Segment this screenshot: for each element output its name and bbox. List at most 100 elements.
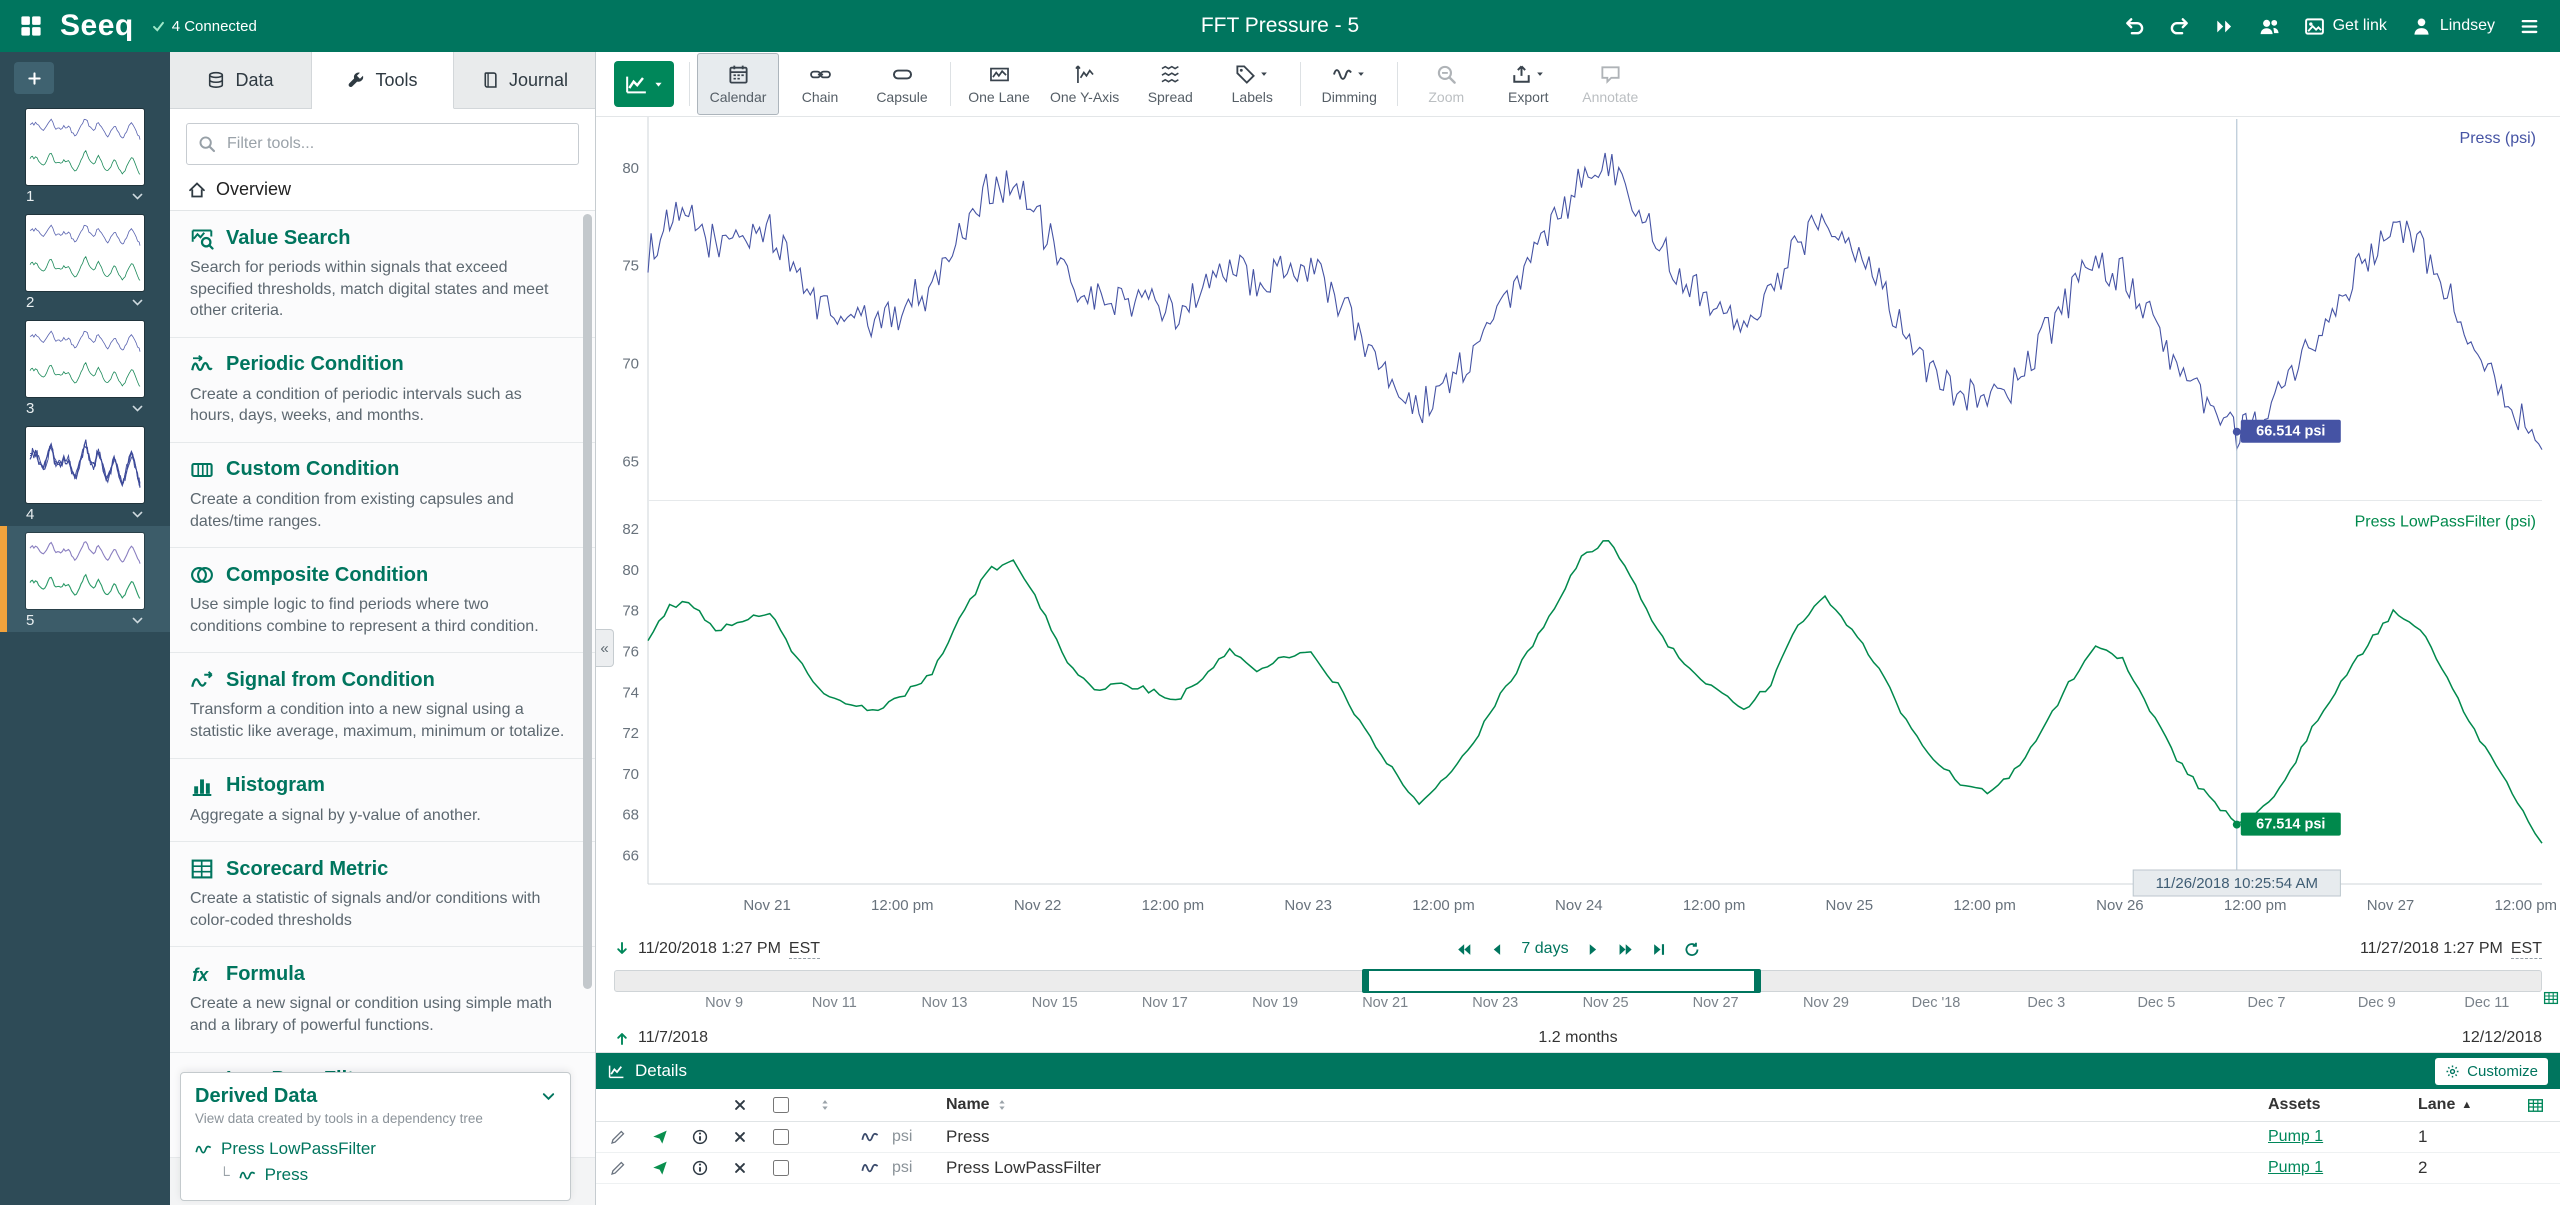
- display-range-end[interactable]: 11/27/2018 1:27 PM EST: [2360, 940, 2542, 959]
- get-link-button[interactable]: Get link: [2304, 16, 2387, 37]
- hamburger-menu-icon[interactable]: [2519, 16, 2540, 37]
- chevron-down-icon[interactable]: [131, 190, 144, 203]
- signal-name[interactable]: Press: [946, 1127, 2268, 1147]
- pencil-icon[interactable]: [610, 1160, 626, 1176]
- users-icon[interactable]: [2259, 16, 2280, 37]
- worksheet-preview[interactable]: [26, 215, 144, 291]
- tool-item-formula[interactable]: fxFormulaCreate a new signal or conditio…: [170, 947, 595, 1052]
- worksheet-thumbnail[interactable]: 5: [0, 526, 170, 632]
- asset-link[interactable]: Pump 1: [2268, 1159, 2323, 1177]
- investigate-range-start[interactable]: 11/7/2018: [614, 1029, 708, 1047]
- tool-item-scorecard-metric[interactable]: Scorecard MetricCreate a statistic of si…: [170, 842, 595, 947]
- chevron-down-icon[interactable]: [131, 296, 144, 309]
- toolbar-button-one-y-axis[interactable]: One Y-Axis: [1040, 53, 1129, 115]
- toolbar-button-zoom[interactable]: Zoom: [1405, 53, 1487, 115]
- row-checkbox[interactable]: [773, 1129, 789, 1145]
- toolbar-button-one-lane[interactable]: One Lane: [958, 53, 1040, 115]
- step-back-icon[interactable]: [1488, 941, 1505, 958]
- step-forward-icon[interactable]: [1585, 941, 1602, 958]
- investigate-duration[interactable]: 1.2 months: [1538, 1029, 1617, 1047]
- scrollbar-thumb[interactable]: [583, 214, 592, 989]
- chevron-down-icon[interactable]: [541, 1089, 556, 1104]
- range-start-timezone[interactable]: EST: [789, 940, 820, 959]
- send-icon[interactable]: [652, 1160, 668, 1176]
- range-end-timezone[interactable]: EST: [2511, 940, 2542, 959]
- tool-item-signal-from-condition[interactable]: Signal from ConditionTransform a conditi…: [170, 653, 595, 758]
- info-icon[interactable]: [692, 1129, 708, 1145]
- add-worksheet-button[interactable]: [14, 62, 54, 94]
- link-image-icon: [2304, 16, 2325, 37]
- timeline-selection-window[interactable]: [1362, 969, 1761, 993]
- toolbar-button-capsule[interactable]: Capsule: [861, 53, 943, 115]
- asset-link[interactable]: Pump 1: [2268, 1128, 2323, 1146]
- worksheet-preview[interactable]: [26, 533, 144, 609]
- trend-chart[interactable]: 80757065Press (psi)828078767472706866Pre…: [596, 117, 2560, 932]
- chevron-down-icon[interactable]: [131, 402, 144, 415]
- details-row[interactable]: psiPressPump 11: [596, 1122, 2560, 1153]
- connection-status[interactable]: 4 Connected: [152, 18, 257, 35]
- select-all-checkbox[interactable]: [773, 1097, 789, 1113]
- duration-selector[interactable]: 7 days: [1521, 940, 1568, 958]
- tools-overview-link[interactable]: Overview: [170, 173, 595, 210]
- pencil-icon[interactable]: [610, 1129, 626, 1145]
- x-mark-icon[interactable]: [733, 1130, 747, 1144]
- chevron-down-icon[interactable]: [131, 508, 144, 521]
- toolbar-button-labels[interactable]: Labels: [1211, 53, 1293, 115]
- panel-collapse-handle[interactable]: «: [596, 629, 614, 667]
- chevron-down-icon[interactable]: [131, 614, 144, 627]
- row-checkbox[interactable]: [773, 1160, 789, 1176]
- tool-item-composite-condition[interactable]: Composite ConditionUse simple logic to f…: [170, 548, 595, 653]
- investigate-range-end[interactable]: 12/12/2018: [2462, 1029, 2542, 1047]
- rewind-icon[interactable]: [1455, 941, 1472, 958]
- send-icon[interactable]: [652, 1129, 668, 1145]
- tool-search-input[interactable]: [186, 123, 579, 165]
- timeline-track[interactable]: [614, 970, 2542, 992]
- x-mark-icon[interactable]: [733, 1161, 747, 1175]
- worksheet-thumbnail[interactable]: 2: [0, 208, 170, 314]
- tool-item-histogram[interactable]: HistogramAggregate a signal by y-value o…: [170, 759, 595, 843]
- tab-journal[interactable]: Journal: [454, 52, 595, 109]
- refresh-icon[interactable]: [1684, 941, 1701, 958]
- tab-data[interactable]: Data: [170, 52, 312, 109]
- column-header-name[interactable]: Name: [946, 1096, 2268, 1114]
- info-icon[interactable]: [692, 1160, 708, 1176]
- table-options-icon[interactable]: [2527, 1097, 2544, 1114]
- details-row[interactable]: psiPress LowPassFilterPump 12: [596, 1153, 2560, 1184]
- column-header-lane[interactable]: Lane ▲: [2418, 1096, 2510, 1114]
- toolbar-button-spread[interactable]: Spread: [1129, 53, 1211, 115]
- worksheet-preview[interactable]: [26, 109, 144, 185]
- toolbar-button-dimming[interactable]: Dimming: [1308, 53, 1390, 115]
- derived-item-child[interactable]: └Press: [219, 1162, 556, 1188]
- toolbar-button-chain[interactable]: Chain: [779, 53, 861, 115]
- tab-tools[interactable]: Tools: [312, 52, 454, 109]
- undo-icon[interactable]: [2124, 16, 2145, 37]
- present-icon[interactable]: [2214, 16, 2235, 37]
- worksheet-preview[interactable]: [26, 321, 144, 397]
- tool-item-custom-condition[interactable]: Custom ConditionCreate a condition from …: [170, 443, 595, 548]
- signal-name[interactable]: Press LowPassFilter: [946, 1158, 2268, 1178]
- worksheet-preview[interactable]: [26, 427, 144, 503]
- jump-to-end-icon[interactable]: [1651, 941, 1668, 958]
- apps-grid-icon[interactable]: [20, 15, 42, 37]
- display-range-start[interactable]: 11/20/2018 1:27 PM EST: [614, 940, 820, 959]
- column-header-assets[interactable]: Assets: [2268, 1096, 2418, 1114]
- derived-item[interactable]: Press LowPassFilter: [195, 1136, 556, 1162]
- worksheet-thumbnail[interactable]: 1: [0, 102, 170, 208]
- worksheet-thumbnail[interactable]: 3: [0, 314, 170, 420]
- remove-all-icon[interactable]: [733, 1098, 747, 1112]
- fast-forward-icon[interactable]: [1618, 941, 1635, 958]
- toolbar-button-export[interactable]: Export: [1487, 53, 1569, 115]
- redo-icon[interactable]: [2169, 16, 2190, 37]
- worksheet-view-selector[interactable]: [614, 61, 674, 107]
- seeq-logo[interactable]: Seeq: [60, 9, 134, 43]
- toolbar-button-calendar[interactable]: Calendar: [697, 53, 779, 115]
- timeline-grid-icon[interactable]: [2543, 990, 2559, 1006]
- worksheet-thumbnail[interactable]: 4: [0, 420, 170, 526]
- sort-icon[interactable]: [819, 1099, 831, 1111]
- user-menu[interactable]: Lindsey: [2411, 16, 2495, 37]
- tool-description: Search for periods within signals that e…: [190, 257, 565, 322]
- toolbar-button-annotate[interactable]: Annotate: [1569, 53, 1651, 115]
- tool-item-periodic-condition[interactable]: Periodic ConditionCreate a condition of …: [170, 338, 595, 443]
- tool-item-value-search[interactable]: Value SearchSearch for periods within si…: [170, 211, 595, 338]
- customize-button[interactable]: Customize: [2435, 1058, 2548, 1085]
